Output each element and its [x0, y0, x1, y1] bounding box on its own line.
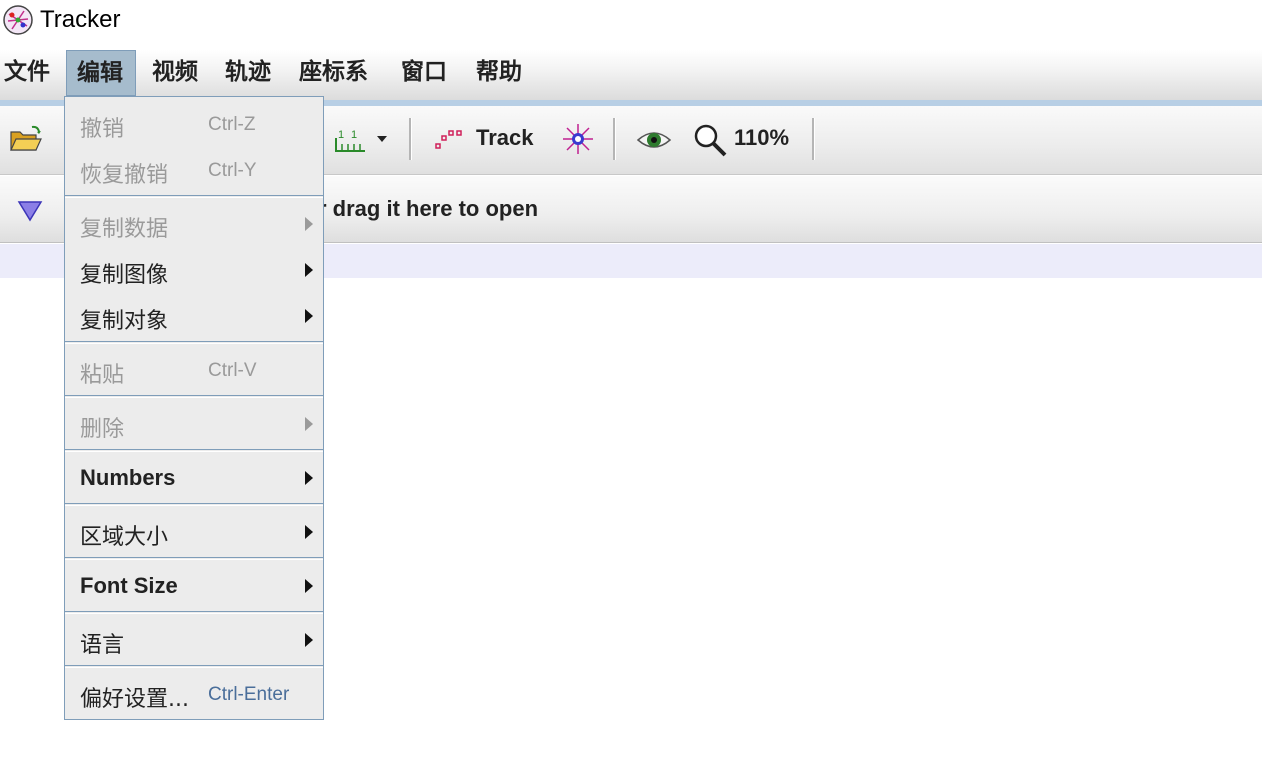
menu-item-language[interactable]: 语言: [65, 617, 323, 663]
autotracker-star-icon[interactable]: [560, 122, 596, 156]
toolbar-separator: [409, 118, 412, 160]
toolbar-separator: [613, 118, 616, 160]
svg-text:1: 1: [351, 129, 357, 141]
menu-separator: [65, 557, 323, 560]
shortcut-label: Ctrl-Enter: [208, 684, 290, 705]
menu-item-region-size[interactable]: 区域大小: [65, 509, 323, 555]
menu-edit[interactable]: 编辑: [66, 50, 136, 96]
menu-separator: [65, 665, 323, 668]
submenu-arrow-icon: [305, 217, 313, 231]
track-points-icon[interactable]: [434, 126, 466, 152]
menu-item-copy-data[interactable]: 复制数据: [65, 201, 323, 247]
menu-item-preferences[interactable]: 偏好设置... Ctrl-Enter: [65, 671, 323, 717]
submenu-arrow-icon: [305, 525, 313, 539]
chevron-down-icon[interactable]: [376, 134, 388, 144]
menu-video[interactable]: 视频: [152, 50, 202, 96]
menu-separator: [65, 503, 323, 506]
edit-menu-dropdown: 撤销 Ctrl-Z 恢复撤销 Ctrl-Y 复制数据 复制图像 复制对象 粘贴 …: [64, 96, 324, 720]
menu-item-undo[interactable]: 撤销 Ctrl-Z: [65, 101, 323, 147]
tracker-app-icon: [3, 5, 33, 35]
shortcut-label: Ctrl-Y: [208, 160, 257, 181]
menu-separator: [65, 449, 323, 452]
submenu-arrow-icon: [305, 417, 313, 431]
menu-separator: [65, 195, 323, 198]
menu-separator: [65, 611, 323, 614]
zoom-icon[interactable]: [692, 122, 728, 158]
window-title: Tracker: [40, 6, 121, 33]
zoom-level[interactable]: 110%: [734, 125, 789, 151]
menu-item-redo[interactable]: 恢复撤销 Ctrl-Y: [65, 147, 323, 193]
menu-separator: [65, 395, 323, 398]
shortcut-label: Ctrl-Z: [208, 114, 256, 135]
shortcut-label: Ctrl-V: [208, 360, 257, 381]
menu-item-copy-image[interactable]: 复制图像: [65, 247, 323, 293]
submenu-arrow-icon: [305, 309, 313, 323]
svg-text:1: 1: [338, 129, 344, 141]
track-button-label[interactable]: Track: [476, 125, 534, 151]
submenu-arrow-icon: [305, 471, 313, 485]
triangle-down-icon[interactable]: [17, 200, 43, 222]
menu-file[interactable]: 文件: [4, 50, 52, 96]
menu-help[interactable]: 帮助: [476, 50, 526, 96]
submenu-arrow-icon: [305, 263, 313, 277]
data-table-icon[interactable]: 1 1: [332, 124, 368, 154]
eye-icon[interactable]: [636, 127, 672, 153]
open-folder-icon[interactable]: [8, 124, 44, 154]
menu-window[interactable]: 窗口: [401, 50, 451, 96]
submenu-arrow-icon: [305, 579, 313, 593]
menu-tracks[interactable]: 轨迹: [225, 50, 275, 96]
menu-item-copy-object[interactable]: 复制对象: [65, 293, 323, 339]
open-hint-text: r drag it here to open: [318, 196, 539, 221]
menu-coords[interactable]: 座标系: [299, 50, 375, 96]
menu-item-delete[interactable]: 删除: [65, 401, 323, 447]
title-bar: Tracker: [0, 0, 1262, 44]
submenu-arrow-icon: [305, 633, 313, 647]
toolbar-separator: [812, 118, 815, 160]
menu-item-paste[interactable]: 粘贴 Ctrl-V: [65, 347, 323, 393]
menu-item-font-size[interactable]: Font Size: [65, 563, 323, 609]
menu-item-numbers[interactable]: Numbers: [65, 455, 323, 501]
menu-separator: [65, 341, 323, 344]
